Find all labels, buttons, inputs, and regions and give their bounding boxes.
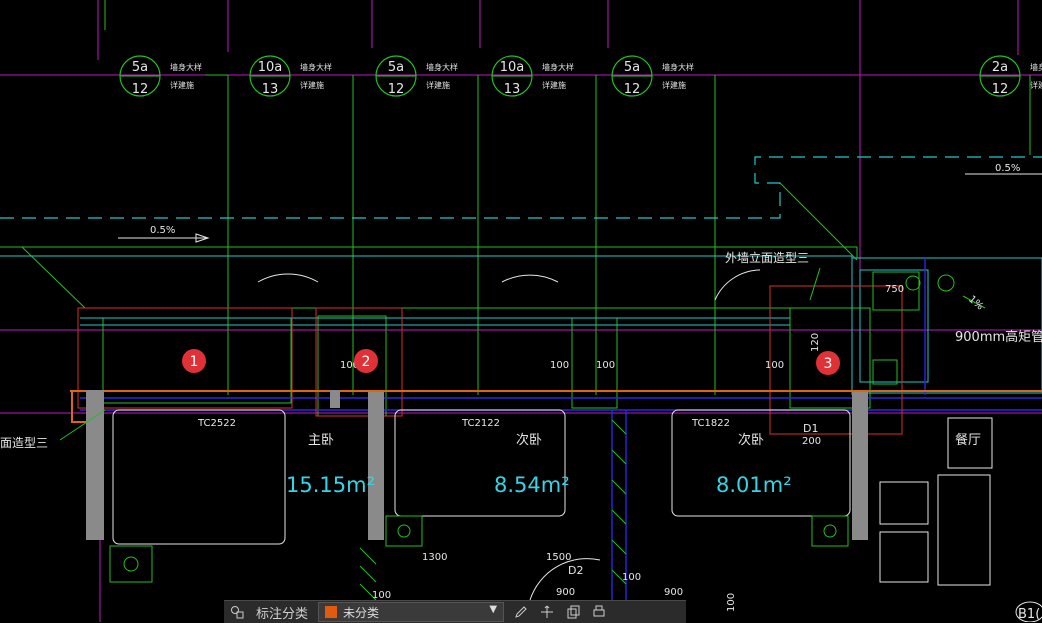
dimension: 1500 [546, 552, 571, 563]
room-name: 主卧 [308, 433, 334, 448]
dimension: 1300 [422, 552, 447, 563]
marker-label: 1 [190, 354, 199, 370]
marker-3[interactable]: 3 [816, 351, 840, 375]
detail-callout: 5a 12 墙身大样详建施 [611, 55, 694, 97]
detail-callout: 10a 13 墙身大样详建施 [491, 55, 574, 97]
room-area: 15.15m² [286, 473, 375, 497]
callout-note: 详建施 [542, 80, 566, 90]
door-tag: D2 [568, 564, 583, 577]
layer-select[interactable]: 未分类 ▼ [318, 602, 505, 622]
cad-drawing-canvas[interactable]: 5a12墙身大样详建施10a13墙身大样详建施5a12墙身大样详建施10a13墙… [0, 0, 1042, 622]
layer-select-value: 未分类 [343, 605, 380, 620]
window-tag: TC2122 [461, 418, 500, 429]
dimension: 200 [802, 436, 821, 447]
detail-callouts: 5a 12 墙身大样详建施 10a 13 墙身大样详建施 5a 12 墙身大样详建施 10a 13 墙… [119, 55, 1042, 97]
layers-icon[interactable] [224, 601, 250, 623]
callout-note: 墙身大样 [300, 62, 332, 72]
dimension: 100 [726, 593, 737, 612]
room-name: 次卧 [516, 432, 542, 448]
callout-number: 5a [624, 60, 640, 75]
callout-note: 墙身大样 [662, 62, 694, 72]
window-tag: TC1822 [691, 418, 730, 429]
facade-label-left: 面造型三 [0, 436, 48, 450]
detail-callout: 2a 12 墙身大样详建施 [979, 55, 1042, 97]
roof-dash [0, 156, 1042, 219]
room-name: 次卧 [738, 432, 764, 448]
dimension: 900 [664, 587, 683, 598]
callout-note: 详建施 [1030, 80, 1042, 90]
callout-note: 详建施 [662, 80, 686, 90]
copy-icon[interactable] [560, 601, 586, 623]
callout-number: 10a [500, 60, 525, 75]
marker-1[interactable]: 1 [182, 349, 206, 373]
callout-note: 详建施 [170, 80, 194, 90]
callout-sheet: 12 [132, 82, 149, 97]
slope-label-left: 0.5% [150, 225, 175, 236]
door-tag: D1 [803, 422, 818, 435]
dimension: 100 [596, 360, 615, 371]
window-tag: TC2522 [197, 418, 236, 429]
wall-outline-cyan [0, 255, 1042, 395]
dimension: 750 [885, 284, 904, 295]
chevron-down-icon: ▼ [489, 604, 498, 615]
callout-note: 墙身大样 [1030, 62, 1042, 72]
room-labels: 主卧 15.15m² 次卧 8.54m² 次卧 8.01m² 餐厅 [286, 432, 981, 497]
pipe-note: 900mm高矩管护 [955, 329, 1042, 345]
dimension: 100 [622, 572, 641, 583]
move-icon[interactable] [534, 601, 560, 623]
callout-note: 墙身大样 [542, 62, 574, 72]
hatch [359, 419, 627, 619]
annotation-toolbar: 标注分类 未分类 ▼ [224, 600, 686, 623]
slope-label-right: 0.5% [995, 163, 1020, 174]
callout-note: 墙身大样 [170, 62, 202, 72]
dimension: 900 [556, 587, 575, 598]
detail-callout: 5a 12 墙身大样详建施 [119, 55, 202, 97]
callout-note: 墙身大样 [426, 62, 458, 72]
dimension: 120 [810, 333, 821, 352]
room-area: 8.01m² [716, 473, 792, 497]
markers: 1 2 3 [182, 349, 840, 375]
wall-outline-blue [80, 258, 1042, 622]
detail-callout: 10a 13 墙身大样详建施 [249, 55, 332, 97]
marker-2[interactable]: 2 [354, 349, 378, 373]
room-area: 8.54m² [494, 473, 570, 497]
callout-note: 详建施 [300, 80, 324, 90]
toolbar-label: 标注分类 [256, 606, 309, 622]
facade-label-right: 外墙立面造型三 [725, 250, 809, 265]
dimension: 100 [765, 360, 784, 371]
callout-number: 10a [258, 60, 283, 75]
callout-number: 5a [388, 60, 404, 75]
leader-lines [104, 0, 1031, 395]
room-name: 餐厅 [955, 432, 981, 448]
marker-label: 2 [362, 354, 371, 370]
callout-note: 详建施 [426, 80, 450, 90]
callout-sheet: 12 [624, 82, 641, 97]
slope-labels: 0.5% 0.5% [118, 163, 1042, 243]
dimension: 1% [966, 294, 985, 313]
callout-number: 5a [132, 60, 148, 75]
window-tags: TC2522 TC2122 TC1822 [197, 418, 730, 429]
callout-sheet: 13 [262, 82, 279, 97]
marker-label: 3 [824, 356, 833, 372]
dimensions: 100 100 100 100 100 120 200 1300 1500 90… [340, 284, 985, 612]
callout-number: 2a [992, 60, 1008, 75]
facade-labels: 外墙立面造型三 面造型三 [0, 250, 809, 450]
edit-icon[interactable] [508, 601, 534, 623]
print-icon[interactable] [586, 601, 612, 623]
callout-sheet: 12 [388, 82, 405, 97]
layer-swatch [325, 606, 338, 618]
detail-callout: 5a 12 墙身大样详建施 [375, 55, 458, 97]
callout-sheet: 12 [992, 82, 1009, 97]
dimension: 100 [550, 360, 569, 371]
callout-sheet: 13 [504, 82, 521, 97]
